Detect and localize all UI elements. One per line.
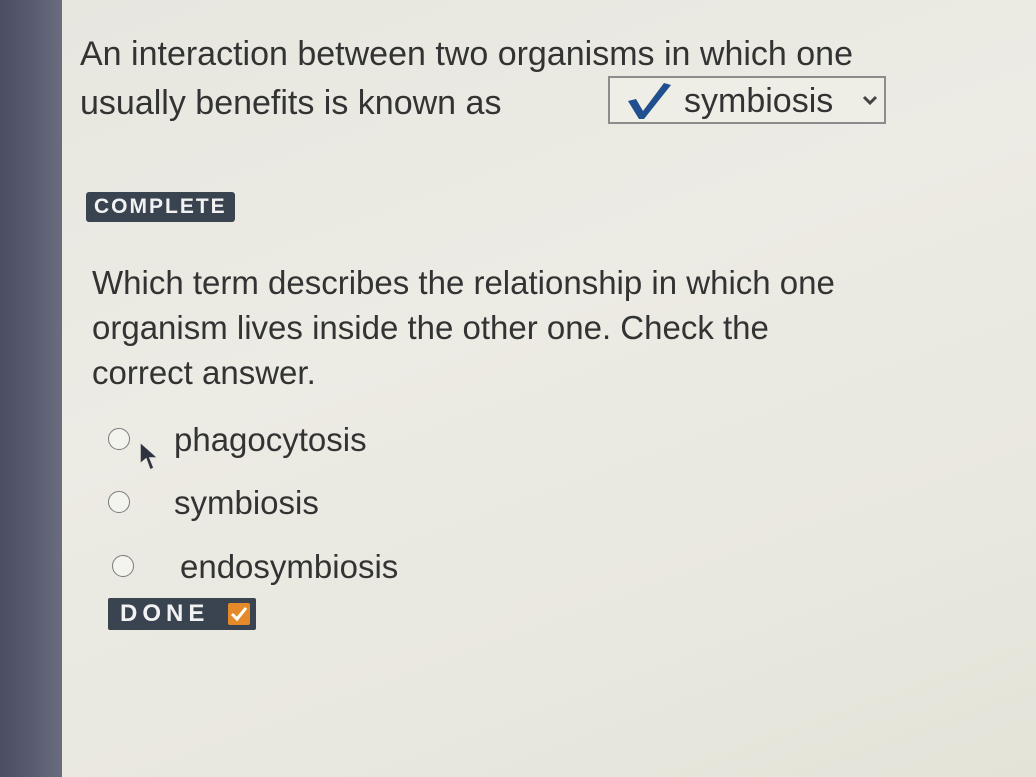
option-label: phagocytosis [174, 421, 367, 458]
monitor-bezel [0, 0, 62, 777]
radio-button[interactable] [108, 428, 130, 450]
option-endosymbiosis[interactable]: endosymbiosis [104, 547, 524, 591]
option-label: symbiosis [174, 484, 319, 521]
chevron-down-icon [862, 95, 878, 106]
radio-button[interactable] [108, 491, 130, 513]
option-label: endosymbiosis [180, 548, 399, 585]
checkmark-icon [228, 603, 250, 625]
done-badge: DONE [108, 598, 256, 630]
done-label: DONE [120, 600, 210, 627]
mouse-cursor-icon [139, 440, 160, 472]
question-2-text: Which term describes the relationship in… [92, 264, 835, 391]
option-symbiosis[interactable]: symbiosis [104, 483, 524, 527]
answer-dropdown[interactable]: symbiosis [608, 76, 886, 124]
option-phagocytosis[interactable]: phagocytosis [104, 420, 524, 464]
checkmark-icon [628, 83, 671, 119]
status-badge-complete: COMPLETE [86, 192, 235, 222]
dropdown-selected-value: symbiosis [684, 82, 834, 120]
radio-button[interactable] [112, 555, 134, 577]
